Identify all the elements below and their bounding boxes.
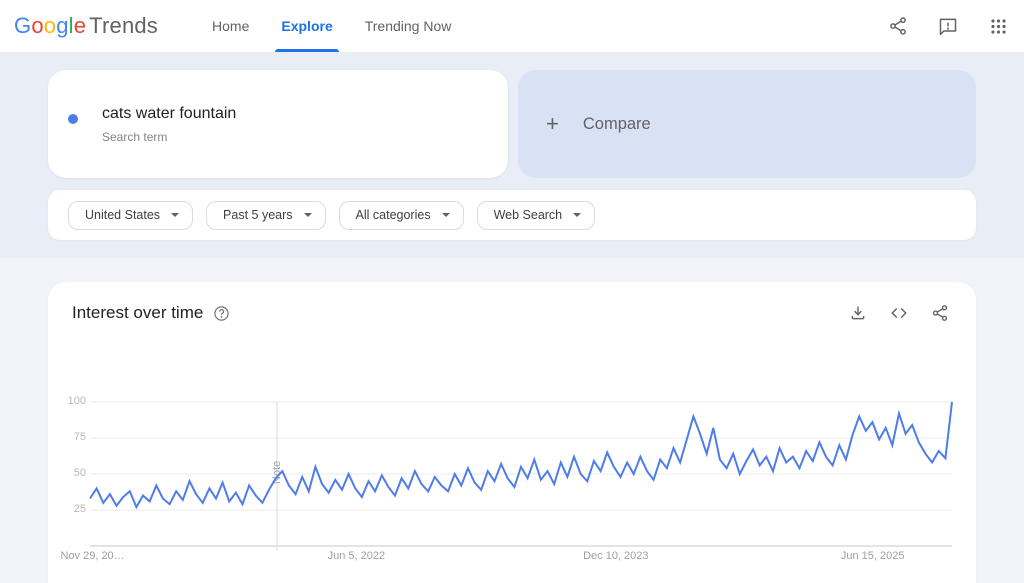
header-actions xyxy=(886,0,1010,52)
series-color-dot xyxy=(68,114,78,124)
y-axis-label: 50 xyxy=(48,467,86,479)
tab-explore-label: Explore xyxy=(281,18,332,34)
filter-category-label: All categories xyxy=(356,208,431,222)
query-cards-row: cats water fountain Search term + Compar… xyxy=(48,70,976,178)
compare-label: Compare xyxy=(583,115,651,134)
x-axis-label: Jun 15, 2025 xyxy=(841,550,905,562)
y-axis-label: 25 xyxy=(48,503,86,515)
search-term-card[interactable]: cats water fountain Search term xyxy=(48,70,508,178)
plus-icon: + xyxy=(546,113,559,135)
filter-category-dropdown[interactable]: All categories xyxy=(339,201,464,230)
filter-search-type-label: Web Search xyxy=(494,208,563,222)
chevron-down-icon xyxy=(442,213,450,217)
y-axis-label: 75 xyxy=(48,431,86,443)
term-texts: cats water fountain Search term xyxy=(102,104,236,144)
x-axis-label: Nov 29, 20… xyxy=(60,550,124,562)
download-icon[interactable] xyxy=(848,303,868,323)
x-axis-label: Jun 5, 2022 xyxy=(328,550,386,562)
google-trends-logo[interactable]: Google Trends xyxy=(14,13,158,39)
filter-region-dropdown[interactable]: United States xyxy=(68,201,193,230)
filter-search-type-dropdown[interactable]: Web Search xyxy=(477,201,596,230)
query-hero-section: cats water fountain Search term + Compar… xyxy=(0,52,1024,258)
embed-icon[interactable] xyxy=(889,303,909,323)
search-term-type-label: Search term xyxy=(102,130,236,144)
chevron-down-icon xyxy=(573,213,581,217)
feedback-icon[interactable] xyxy=(936,14,960,38)
filters-bar: United States Past 5 years All categorie… xyxy=(48,190,976,240)
help-icon[interactable] xyxy=(213,305,230,322)
filter-time-label: Past 5 years xyxy=(223,208,292,222)
filter-time-dropdown[interactable]: Past 5 years xyxy=(206,201,325,230)
share-icon[interactable] xyxy=(886,14,910,38)
y-axis-label: 100 xyxy=(48,395,86,407)
note-label[interactable]: Note xyxy=(271,461,283,484)
main-nav: Home Explore Trending Now xyxy=(210,0,453,52)
chart-header: Interest over time xyxy=(48,282,976,323)
trend-plot-svg: Note xyxy=(90,401,952,553)
tab-trending-now-label: Trending Now xyxy=(365,18,452,34)
chart-title: Interest over time xyxy=(72,303,203,323)
chevron-down-icon xyxy=(304,213,312,217)
apps-grid-icon[interactable] xyxy=(986,14,1010,38)
filter-region-label: United States xyxy=(85,208,160,222)
tab-home-label: Home xyxy=(212,18,249,34)
chart-actions xyxy=(848,303,950,323)
top-app-bar: Google Trends Home Explore Trending Now xyxy=(0,0,1024,52)
share-icon[interactable] xyxy=(930,303,950,323)
add-comparison-button[interactable]: + Compare xyxy=(518,70,976,178)
search-term-text: cats water fountain xyxy=(102,104,236,124)
x-axis-label: Dec 10, 2023 xyxy=(583,550,648,562)
chevron-down-icon xyxy=(171,213,179,217)
logo-google-wordmark: Google xyxy=(14,13,86,39)
trend-chart: 25 50 75 100 Note Nov 29, 20… Jun 5, 2022 Dec… xyxy=(48,282,976,583)
tab-trending-now[interactable]: Trending Now xyxy=(363,0,454,52)
tab-home[interactable]: Home xyxy=(210,0,251,52)
interest-over-time-card: Interest over time 25 50 75 100 Note Nov 29… xyxy=(48,282,976,583)
tab-explore[interactable]: Explore xyxy=(279,0,334,52)
google-trends-page: Google Trends Home Explore Trending Now xyxy=(0,0,1024,583)
logo-trends-word: Trends xyxy=(89,13,158,39)
trend-line xyxy=(90,402,952,507)
